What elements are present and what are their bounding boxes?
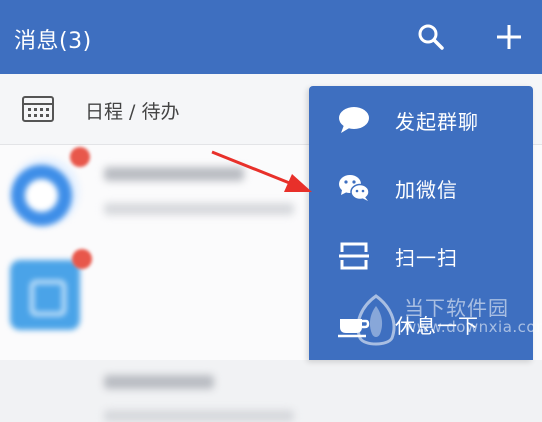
red-arrow-annotation [211,150,312,192]
blurred-message [104,410,294,422]
blurred-name [104,375,214,389]
